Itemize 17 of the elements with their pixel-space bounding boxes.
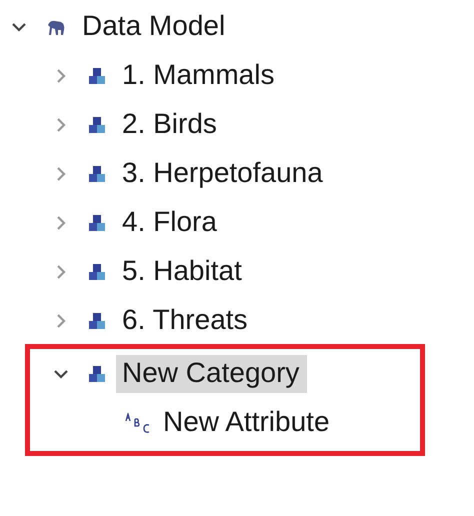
blocks-icon: [88, 66, 106, 84]
tree-item[interactable]: Data Model: [76, 8, 234, 46]
tree-item[interactable]: 1. Mammals: [116, 56, 282, 94]
blocks-icon: [88, 312, 106, 330]
tree-item[interactable]: 4. Flora: [116, 204, 225, 242]
blocks-icon: [88, 262, 106, 280]
tree-item[interactable]: New Attribute: [157, 404, 338, 442]
blocks-icon: [88, 116, 106, 134]
tree-item[interactable]: 5. Habitat: [116, 252, 250, 290]
tree-item[interactable]: 3. Herpetofauna: [116, 154, 331, 192]
blocks-icon: [88, 214, 106, 232]
blocks-icon: [88, 364, 106, 382]
blocks-icon: [88, 164, 106, 182]
tree-item[interactable]: New Category: [116, 354, 308, 392]
tree-item[interactable]: 6. Threats: [116, 302, 256, 340]
attribute-icon: [125, 412, 151, 432]
tree-item[interactable]: 2. Birds: [116, 106, 225, 144]
